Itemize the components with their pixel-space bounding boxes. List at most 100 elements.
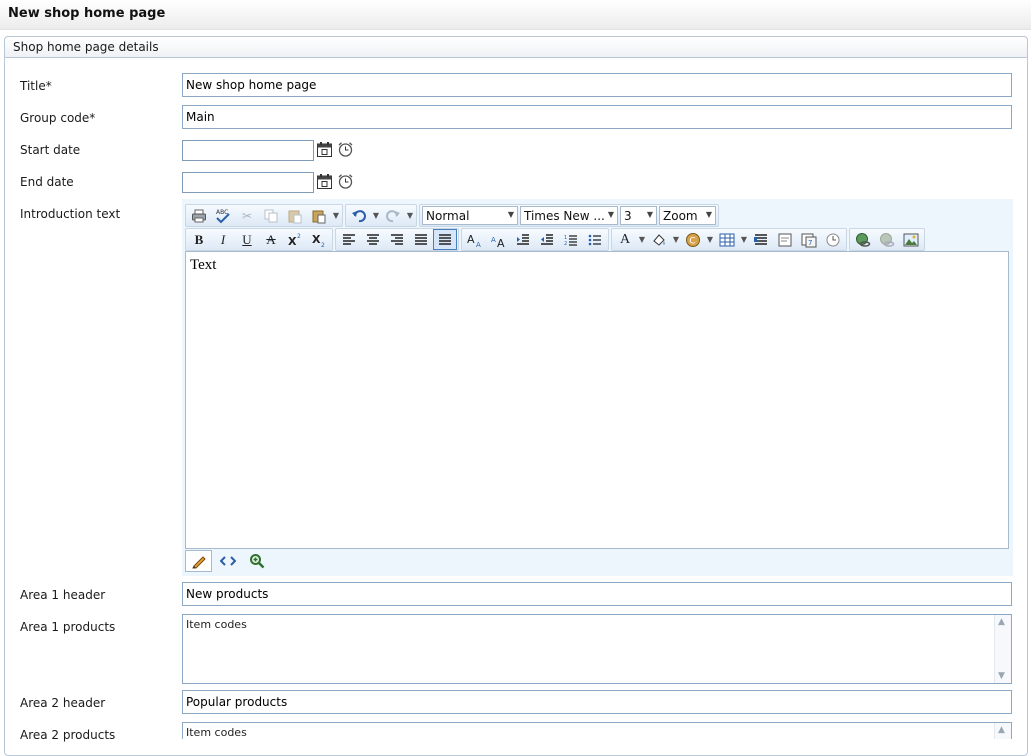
bold-button[interactable]: B — [187, 229, 211, 250]
align-left-icon[interactable] — [337, 229, 361, 250]
page-title: New shop home page — [8, 6, 166, 21]
form-element-icon[interactable] — [773, 229, 797, 250]
redo-icon[interactable] — [381, 205, 405, 226]
paste-icon[interactable] — [283, 205, 307, 226]
chevron-down-icon[interactable]: ▼ — [371, 205, 381, 226]
zoom-value: Zoom — [663, 208, 698, 223]
area2-products-label: Area 2 products — [20, 728, 116, 742]
rich-text-editor: ABC ✂ ▼ ▼ ▼ Normal ▼ Times New ... ▼ 3 ▼… — [182, 199, 1013, 576]
font-size-increase-icon[interactable]: AA — [463, 229, 487, 250]
underline-button[interactable]: U — [235, 229, 259, 250]
font-size-select[interactable]: 3 ▼ — [620, 206, 657, 225]
svg-text:X: X — [288, 235, 297, 248]
clock-icon[interactable] — [337, 141, 354, 158]
copy-icon[interactable] — [259, 205, 283, 226]
group-code-label: Group code* — [20, 111, 96, 125]
design-mode-icon[interactable] — [185, 550, 212, 572]
toolbar-group-links — [849, 228, 925, 251]
editor-content-area[interactable]: Text — [185, 251, 1009, 549]
chevron-down-icon[interactable]: ▼ — [739, 229, 749, 250]
toolbar-group-alignment — [335, 228, 459, 251]
chevron-down-icon[interactable]: ▼ — [331, 205, 341, 226]
strikethrough-button[interactable]: A — [259, 229, 283, 250]
indent-icon[interactable] — [511, 229, 535, 250]
area1-products-placeholder: Item codes — [186, 618, 247, 631]
area1-products-textarea[interactable]: Item codes ▲ ▼ — [182, 614, 1012, 684]
toolbar-group-indent: AA AA 12 — [461, 228, 609, 251]
area2-header-label: Area 2 header — [20, 696, 106, 710]
toolbar-group-insert: A ▼ ▼ C ▼ ▼ 7 — [611, 228, 847, 251]
list-properties-icon[interactable] — [749, 229, 773, 250]
hyperlink-icon[interactable] — [851, 229, 875, 250]
title-input[interactable] — [182, 73, 1012, 97]
end-date-input[interactable] — [182, 172, 314, 193]
subscript-icon[interactable]: X2 — [307, 229, 331, 250]
start-date-input[interactable] — [182, 140, 314, 161]
page-header: New shop home page — [0, 0, 1031, 30]
symbol-icon[interactable]: C — [681, 229, 705, 250]
area2-products-textarea[interactable]: Item codes ▲ — [182, 722, 1012, 739]
preview-icon[interactable] — [243, 550, 270, 572]
unlink-icon[interactable] — [875, 229, 899, 250]
toolbar-group-text-style: B I U A X2 X2 — [185, 228, 333, 251]
highlight-icon[interactable] — [647, 229, 671, 250]
end-date-label: End date — [20, 175, 74, 189]
italic-button[interactable]: I — [211, 229, 235, 250]
svg-text:A: A — [497, 237, 505, 248]
svg-text:2: 2 — [297, 233, 301, 240]
date-insert-icon[interactable]: 7 — [797, 229, 821, 250]
paragraph-format-value: Normal — [426, 208, 470, 223]
area1-header-label: Area 1 header — [20, 588, 106, 602]
font-color-icon[interactable]: A — [613, 229, 637, 250]
align-center-icon[interactable] — [361, 229, 385, 250]
svg-text:X: X — [312, 233, 321, 246]
paragraph-format-select[interactable]: Normal ▼ — [422, 206, 518, 225]
area2-header-input[interactable] — [182, 690, 1012, 714]
scroll-up-icon[interactable]: ▲ — [998, 617, 1005, 627]
chevron-down-icon[interactable]: ▼ — [405, 205, 415, 226]
chevron-down-icon[interactable]: ▼ — [671, 229, 681, 250]
font-size-decrease-icon[interactable]: AA — [487, 229, 511, 250]
superscript-icon[interactable]: X2 — [283, 229, 307, 250]
svg-text:ABC: ABC — [216, 209, 228, 216]
bullet-list-icon[interactable] — [583, 229, 607, 250]
svg-text:A: A — [491, 236, 496, 244]
scroll-up-icon[interactable]: ▲ — [998, 725, 1005, 735]
table-icon[interactable] — [715, 229, 739, 250]
undo-icon[interactable] — [347, 205, 371, 226]
scrollbar[interactable]: ▲ — [994, 723, 1011, 739]
align-right-icon[interactable] — [385, 229, 409, 250]
print-icon[interactable] — [187, 205, 211, 226]
toolbar-group-clipboard: ABC ✂ ▼ — [185, 204, 343, 227]
calendar-icon[interactable] — [316, 141, 333, 158]
cut-icon[interactable]: ✂ — [235, 205, 259, 226]
numbered-list-icon[interactable]: 12 — [559, 229, 583, 250]
image-icon[interactable] — [899, 229, 923, 250]
chevron-down-icon: ▼ — [705, 210, 712, 219]
justify-full-icon[interactable] — [433, 229, 457, 250]
area2-products-placeholder: Item codes — [186, 726, 247, 739]
svg-text:2: 2 — [564, 241, 567, 246]
spellcheck-icon[interactable]: ABC — [211, 205, 235, 226]
editor-toolbar-row-1: ABC ✂ ▼ ▼ ▼ Normal ▼ Times New ... ▼ 3 ▼… — [185, 203, 721, 228]
scroll-down-icon[interactable]: ▼ — [998, 671, 1005, 681]
svg-text:A: A — [476, 241, 481, 248]
scrollbar[interactable]: ▲ ▼ — [994, 615, 1011, 683]
clock-icon[interactable] — [337, 173, 354, 190]
paste-special-icon[interactable] — [307, 205, 331, 226]
toolbar-group-history: ▼ ▼ — [345, 204, 417, 227]
svg-text:C: C — [689, 236, 695, 246]
area1-header-input[interactable] — [182, 582, 1012, 606]
chevron-down-icon[interactable]: ▼ — [637, 229, 647, 250]
editor-mode-bar — [185, 549, 272, 573]
chevron-down-icon[interactable]: ▼ — [705, 229, 715, 250]
calendar-icon[interactable] — [316, 173, 333, 190]
justify-icon[interactable] — [409, 229, 433, 250]
outdent-icon[interactable] — [535, 229, 559, 250]
zoom-select[interactable]: Zoom ▼ — [659, 206, 716, 225]
time-insert-icon[interactable] — [821, 229, 845, 250]
group-code-input[interactable] — [182, 105, 1012, 129]
html-mode-icon[interactable] — [214, 550, 241, 572]
intro-text-label: Introduction text — [20, 207, 121, 221]
font-family-select[interactable]: Times New ... ▼ — [520, 206, 618, 225]
